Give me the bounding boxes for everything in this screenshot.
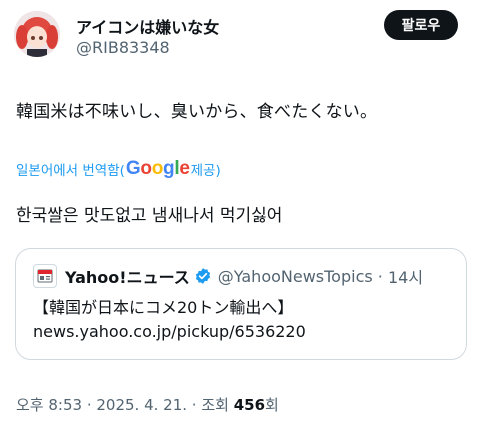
- quote-separator: ·: [372, 266, 388, 286]
- author-avatar[interactable]: [14, 11, 60, 57]
- follow-button[interactable]: 팔로우: [384, 10, 458, 40]
- translated-text: 한국쌀은 맛도없고 냄새나서 먹기싫어: [16, 206, 283, 226]
- quote-header: Yahoo!ニュース @YahooNewsTopics · 14시: [33, 264, 423, 288]
- tweet-text: 韓国米は不味いし、臭いから、食べたくない。: [16, 102, 378, 122]
- views-label: 조회: [201, 396, 234, 414]
- meta-separator: ·: [82, 396, 97, 414]
- quote-time[interactable]: 14시: [388, 264, 423, 288]
- quote-headline: 【韓国が日本にコメ20トン輸出へ】: [33, 298, 294, 317]
- quote-author-name[interactable]: Yahoo!ニュース: [65, 264, 190, 288]
- quoted-tweet-card[interactable]: Yahoo!ニュース @YahooNewsTopics · 14시 【韓国が日本…: [15, 248, 467, 360]
- translate-suffix: 제공): [190, 163, 221, 179]
- yahoo-news-icon: [33, 264, 57, 288]
- views-count[interactable]: 456: [234, 396, 265, 414]
- translation-attribution[interactable]: 일본어에서 번역함( Google 제공): [16, 158, 221, 180]
- tweet-time[interactable]: 오후 8:53: [16, 396, 82, 414]
- tweet-meta: 오후 8:53 · 2025. 4. 21. · 조회 456회: [16, 394, 279, 415]
- anime-girl-avatar-icon: [14, 11, 60, 57]
- google-logo: Google: [125, 158, 190, 179]
- translate-prefix: 일본어에서 번역함(: [16, 163, 125, 179]
- quote-link[interactable]: news.yahoo.co.jp/pickup/6536220: [33, 322, 306, 341]
- meta-separator-2: ·: [187, 396, 202, 414]
- tweet-date[interactable]: 2025. 4. 21.: [96, 396, 187, 414]
- author-handle[interactable]: @RIB83348: [76, 38, 170, 57]
- views-unit: 회: [265, 396, 279, 414]
- quote-author-handle[interactable]: @YahooNewsTopics: [218, 267, 373, 286]
- author-display-name[interactable]: アイコンは嫌いな女: [76, 14, 219, 38]
- verified-badge-icon: [194, 267, 212, 285]
